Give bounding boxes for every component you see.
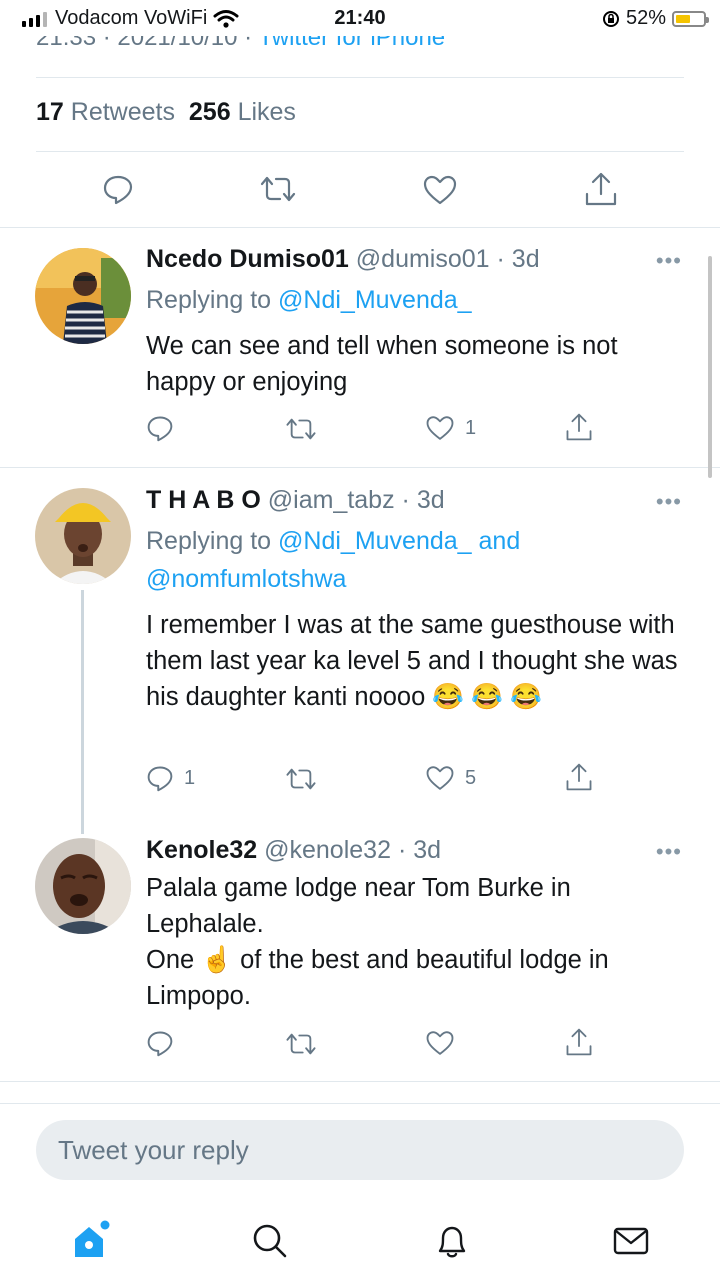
- display-name[interactable]: T H A B O: [146, 486, 261, 514]
- reply-count: 1: [184, 766, 196, 789]
- tweet-text: Palala game lodge near Tom Burke in Leph…: [146, 870, 686, 1014]
- like-icon: [423, 175, 457, 205]
- tab-notifications[interactable]: [427, 1216, 477, 1266]
- orientation-lock-icon: [602, 10, 619, 27]
- status-bar: Vodacom VoWiFi 21:40 52%: [0, 0, 720, 36]
- search-icon: [253, 1224, 287, 1258]
- avatar[interactable]: [35, 838, 131, 934]
- like-count[interactable]: 256: [189, 98, 231, 126]
- tab-home[interactable]: [66, 1216, 116, 1266]
- reply-button[interactable]: [146, 1029, 174, 1057]
- reply-composer: [0, 1103, 720, 1281]
- retweet-icon: [286, 1033, 316, 1055]
- replying-to: Replying to @Ndi_Muvenda_ and @nomfumlot…: [146, 527, 521, 593]
- tab-messages[interactable]: [606, 1216, 656, 1266]
- divider: [0, 467, 720, 468]
- mention-link[interactable]: @Ndi_Muvenda_: [278, 527, 472, 555]
- share-button[interactable]: [565, 1026, 593, 1058]
- reply-button[interactable]: [146, 414, 184, 442]
- battery-percent: 52%: [625, 7, 666, 29]
- like-button[interactable]: [422, 174, 458, 206]
- notifications-icon: [438, 1226, 466, 1258]
- tweet-text: We can see and tell when someone is not …: [146, 332, 618, 396]
- like-icon: [426, 416, 454, 440]
- display-name[interactable]: Ncedo Dumiso01: [146, 245, 349, 273]
- tweet-stats: 17 Retweets 256 Likes: [36, 98, 296, 127]
- tweet-text-line: One ☝️ of the best and beautiful lodge i…: [146, 946, 609, 1010]
- retweet-button[interactable]: [258, 173, 298, 205]
- like-button[interactable]: [425, 1029, 455, 1057]
- timestamp: · 3d: [496, 245, 540, 273]
- retweet-button[interactable]: [284, 765, 318, 793]
- share-button[interactable]: [565, 761, 593, 793]
- scrollbar[interactable]: [708, 256, 712, 478]
- timestamp: · 3d: [397, 836, 442, 864]
- retweet-icon: [286, 418, 316, 440]
- home-icon: [75, 1220, 110, 1257]
- replying-to: Replying to @Ndi_Muvenda_: [146, 286, 472, 314]
- share-icon: [566, 1028, 592, 1056]
- share-icon: [566, 763, 592, 791]
- reply-icon: [103, 175, 133, 205]
- reply-button[interactable]: [102, 173, 134, 205]
- reply-icon: [147, 766, 173, 792]
- more-icon[interactable]: •••: [656, 489, 682, 515]
- thread-line: [81, 590, 84, 834]
- tweet-text: I remember I was at the same guesthouse …: [146, 611, 678, 711]
- like-count: 1: [465, 416, 477, 439]
- like-label[interactable]: Likes: [238, 98, 296, 126]
- mention-link[interactable]: @Ndi_Muvenda_: [278, 286, 472, 314]
- display-name[interactable]: Kenole32: [146, 836, 257, 864]
- like-count: 5: [465, 766, 477, 789]
- tweet-header: T H A B O @iam_tabz · 3d: [146, 486, 445, 515]
- share-icon: [585, 172, 617, 206]
- retweet-count[interactable]: 17: [36, 98, 64, 126]
- reply-icon: [147, 416, 173, 442]
- divider: [36, 151, 684, 152]
- retweet-button[interactable]: [284, 415, 318, 443]
- divider: [36, 77, 684, 78]
- retweet-label[interactable]: Retweets: [71, 98, 175, 126]
- tab-search[interactable]: [245, 1216, 295, 1266]
- retweet-icon: [260, 176, 296, 202]
- divider: [0, 1081, 720, 1082]
- avatar[interactable]: [35, 488, 131, 584]
- retweet-button[interactable]: [284, 1030, 318, 1058]
- battery-icon: [672, 10, 709, 27]
- divider: [0, 227, 720, 228]
- share-icon: [566, 413, 592, 441]
- username[interactable]: @iam_tabz: [268, 486, 395, 514]
- timestamp: · 3d: [401, 486, 445, 514]
- share-button[interactable]: [584, 170, 618, 208]
- username[interactable]: @dumiso01: [356, 245, 490, 273]
- avatar[interactable]: [35, 248, 131, 344]
- share-button[interactable]: [565, 411, 593, 443]
- reply-input[interactable]: [36, 1120, 684, 1180]
- reply-button[interactable]: 1: [146, 764, 195, 792]
- more-icon[interactable]: •••: [656, 248, 682, 274]
- messages-icon: [613, 1227, 649, 1255]
- tweet-header: Kenole32 @kenole32 · 3d: [146, 836, 441, 865]
- like-icon: [426, 1031, 454, 1055]
- reply-icon: [147, 1031, 173, 1057]
- like-button[interactable]: 1: [425, 414, 476, 442]
- more-icon[interactable]: •••: [656, 839, 682, 865]
- tweet-header: Ncedo Dumiso01 @dumiso01 · 3d: [146, 245, 540, 274]
- username[interactable]: @kenole32: [264, 836, 391, 864]
- like-icon: [426, 766, 454, 790]
- like-button[interactable]: 5: [425, 764, 476, 792]
- retweet-icon: [286, 768, 316, 790]
- mention-link[interactable]: @nomfumlotshwa: [146, 565, 346, 593]
- tweet-text-line: Palala game lodge near Tom Burke in Leph…: [146, 874, 571, 938]
